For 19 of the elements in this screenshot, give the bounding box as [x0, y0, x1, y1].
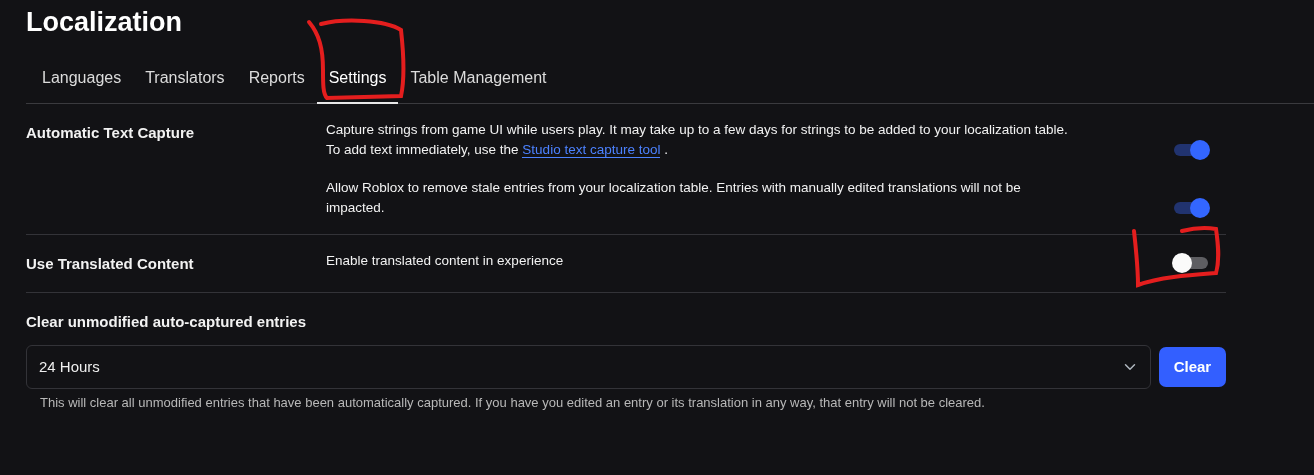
toggle-switch[interactable]: [1172, 251, 1210, 274]
tab[interactable]: Table Management: [398, 60, 559, 105]
page-title: Localization: [26, 6, 183, 39]
text-capture-link[interactable]: Studio text capture tool: [522, 142, 661, 159]
setting-description: Enable translated content in experience: [326, 252, 565, 271]
toggle-switch[interactable]: [1172, 138, 1210, 161]
tab[interactable]: Languages: [30, 60, 134, 105]
setting-description: Capture strings from game UI while users play. It may take up to a few days for strings to be added to your localization table. To add text immediately, use the Studio text capture tool .: [326, 121, 1069, 161]
duration-select[interactable]: 24 Hours: [26, 345, 1151, 390]
help-text: This will clear all unmodified entries that have been automatically captured. If you have you edited an entry or its translation in any way, that entry will not be cleared.: [40, 394, 986, 413]
clear-button[interactable]: Clear: [1158, 347, 1226, 388]
tab[interactable]: Reports: [236, 60, 317, 105]
toggle-switch[interactable]: [1172, 196, 1210, 219]
section-label: Use Translated Content: [26, 254, 195, 275]
tab[interactable]: Settings: [316, 60, 399, 105]
setting-description: Allow Roblox to remove stale entries from your localization table. Entries with manually edited translations will not be impacted.: [326, 179, 1022, 218]
tab[interactable]: Translators: [133, 60, 237, 105]
section-label: Clear unmodified auto-captured entries: [26, 311, 308, 332]
section-label: Automatic Text Capture: [26, 123, 196, 144]
